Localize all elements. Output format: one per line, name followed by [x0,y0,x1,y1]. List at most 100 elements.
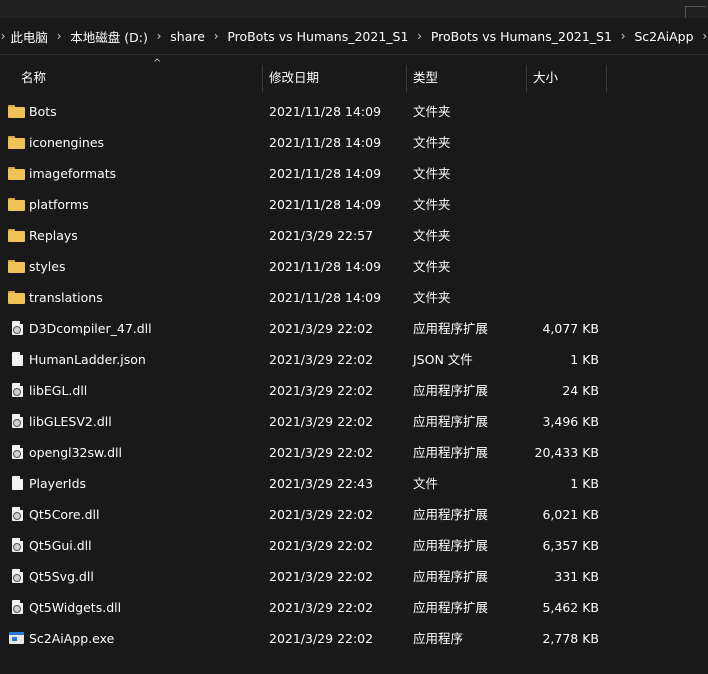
breadcrumb-item[interactable]: Sc2AiApp [626,29,701,44]
file-icon-cell [8,530,26,561]
folder-icon [8,260,25,273]
file-size [527,282,599,313]
dll-file-icon [12,445,23,459]
file-row[interactable]: translations 2021/11/28 14:09 文件夹 [0,282,708,313]
breadcrumb-item[interactable]: ProBots vs Humans_2021_S1 [219,29,416,44]
file-icon-cell [8,189,26,220]
file-date: 2021/3/29 22:02 [269,631,374,646]
column-header-name[interactable]: 名称 ^ [21,56,261,96]
file-icon-cell [8,375,26,406]
column-divider[interactable] [526,65,527,92]
file-date: 2021/3/29 22:02 [269,538,374,553]
file-row[interactable]: PlayerIds 2021/3/29 22:43 文件 1 KB [0,468,708,499]
file-row[interactable]: Sc2AiApp.exe 2021/3/29 22:02 应用程序 2,778 KB [0,623,708,654]
dll-file-icon [12,414,23,428]
file-size [527,189,599,220]
file-size [527,127,599,158]
file-size: 20,433 KB [534,445,599,460]
file-type: 应用程序扩展 [413,538,489,553]
file-name: Bots [29,104,57,119]
breadcrumb-item[interactable]: 此电脑 [6,27,56,46]
column-divider[interactable] [262,65,263,92]
folder-icon [8,136,25,149]
column-divider[interactable] [406,65,407,92]
file-type: 文件 [413,476,439,491]
file-type: 文件夹 [413,166,451,181]
file-size: 1 KB [570,476,599,491]
file-name: libGLESV2.dll [29,414,112,429]
file-date: 2021/3/29 22:43 [269,476,374,491]
file-row[interactable]: Qt5Svg.dll 2021/3/29 22:02 应用程序扩展 331 KB [0,561,708,592]
file-icon-cell [8,127,26,158]
file-row[interactable]: Replays 2021/3/29 22:57 文件夹 [0,220,708,251]
file-row[interactable]: Bots 2021/11/28 14:09 文件夹 [0,96,708,127]
dll-file-icon [12,538,23,552]
file-row[interactable]: platforms 2021/11/28 14:09 文件夹 [0,189,708,220]
file-type: 应用程序扩展 [413,600,489,615]
file-icon-cell [8,158,26,189]
file-date: 2021/11/28 14:09 [269,166,382,181]
file-size [527,96,599,127]
file-icon-cell [8,313,26,344]
file-row[interactable]: HumanLadder.json 2021/3/29 22:02 JSON 文件 1 … [0,344,708,375]
column-header-date-label: 修改日期 [269,69,320,85]
file-size: 2,778 KB [542,631,599,646]
file-row[interactable]: styles 2021/11/28 14:09 文件夹 [0,251,708,282]
file-row[interactable]: Qt5Gui.dll 2021/3/29 22:02 应用程序扩展 6,357 KB [0,530,708,561]
file-row[interactable]: imageformats 2021/11/28 14:09 文件夹 [0,158,708,189]
file-icon-cell [8,468,26,499]
breadcrumb: › 此电脑 › 本地磁盘 (D:) › share › ProBots vs Humans_2… [0,18,708,55]
breadcrumb-separator-icon[interactable]: › [702,29,708,43]
file-name: iconengines [29,135,105,150]
file-row[interactable]: opengl32sw.dll 2021/3/29 22:02 应用程序扩展 20,43… [0,437,708,468]
breadcrumb-item[interactable]: ProBots vs Humans_2021_S1 [423,29,620,44]
file-size: 6,357 KB [542,538,599,553]
window-top-strip [0,0,708,19]
file-type: 应用程序扩展 [413,321,489,336]
column-header-type-label: 类型 [413,69,439,85]
file-row[interactable]: Qt5Widgets.dll 2021/3/29 22:02 应用程序扩展 5,462… [0,592,708,623]
file-name: Qt5Widgets.dll [29,600,122,615]
file-date: 2021/11/28 14:09 [269,290,382,305]
exe-file-icon [9,632,24,644]
file-icon-cell [8,561,26,592]
file-icon-cell [8,499,26,530]
column-header-date[interactable]: 修改日期 [269,56,405,96]
file-name: platforms [29,197,89,212]
file-icon-cell [8,220,26,251]
file-name: translations [29,290,103,305]
file-name: styles [29,259,66,274]
file-date: 2021/3/29 22:02 [269,569,374,584]
file-size: 24 KB [562,383,599,398]
file-date: 2021/3/29 22:02 [269,600,374,615]
file-type: 应用程序扩展 [413,414,489,429]
file-row[interactable]: iconengines 2021/11/28 14:09 文件夹 [0,127,708,158]
file-row[interactable]: Qt5Core.dll 2021/3/29 22:02 应用程序扩展 6,021 KB [0,499,708,530]
file-icon-cell [8,282,26,313]
file-type: 文件夹 [413,197,451,212]
file-type: 文件夹 [413,259,451,274]
file-type: 文件夹 [413,228,451,243]
file-name: Qt5Svg.dll [29,569,94,584]
file-size [527,220,599,251]
file-type: 应用程序扩展 [413,383,489,398]
file-name: PlayerIds [29,476,87,491]
file-row[interactable]: libEGL.dll 2021/3/29 22:02 应用程序扩展 24 KB [0,375,708,406]
file-date: 2021/3/29 22:02 [269,321,374,336]
breadcrumb-item[interactable]: 本地磁盘 (D:) [62,27,156,46]
file-icon [12,352,23,366]
column-header-size[interactable]: 大小 [533,56,605,96]
column-divider[interactable] [606,65,607,92]
file-name: HumanLadder.json [29,352,146,367]
column-header-type[interactable]: 类型 [413,56,523,96]
dll-file-icon [12,569,23,583]
file-row[interactable]: D3Dcompiler_47.dll 2021/3/29 22:02 应用程序扩展 4… [0,313,708,344]
file-date: 2021/11/28 14:09 [269,197,382,212]
file-date: 2021/3/29 22:02 [269,507,374,522]
file-icon-cell [8,96,26,127]
breadcrumb-item[interactable]: share [162,29,213,44]
folder-icon [8,105,25,118]
file-type: 应用程序扩展 [413,507,489,522]
dll-file-icon [12,383,23,397]
file-row[interactable]: libGLESV2.dll 2021/3/29 22:02 应用程序扩展 3,496 … [0,406,708,437]
